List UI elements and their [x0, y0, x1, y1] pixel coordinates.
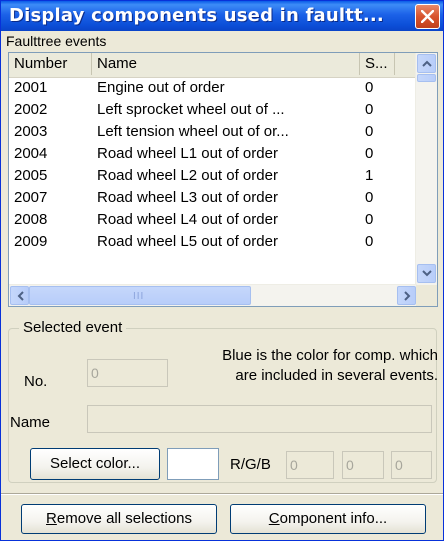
- vertical-scrollbar[interactable]: [415, 53, 437, 286]
- event-name: Left sprocket wheel out of ...: [97, 101, 285, 118]
- event-name: Road wheel L1 out of order: [97, 145, 278, 162]
- event-number: 2009: [14, 233, 48, 250]
- event-status: 0: [365, 79, 374, 96]
- event-number: 2005: [14, 167, 48, 184]
- list-body: 2001 Engine out of order 0 2002 Left spr…: [9, 77, 417, 287]
- list-header: Number Name S...: [9, 53, 419, 78]
- close-button[interactable]: [415, 4, 440, 29]
- color-info-line1: Blue is the color for comp. which: [222, 347, 438, 364]
- color-info-text: Blue is the color for comp. which are in…: [166, 346, 438, 386]
- remove-all-selections-button[interactable]: Remove all selections: [21, 504, 217, 534]
- event-status: 1: [365, 167, 374, 184]
- blue-value-field: 0: [391, 451, 432, 479]
- list-item[interactable]: 2001 Engine out of order 0: [9, 77, 417, 99]
- list-item[interactable]: 2009 Road wheel L5 out of order 0: [9, 231, 417, 253]
- vertical-scroll-thumb[interactable]: [417, 74, 436, 82]
- column-header-number[interactable]: Number: [9, 53, 92, 75]
- event-status: 0: [365, 123, 374, 140]
- event-status: 0: [365, 101, 374, 118]
- event-number: 2002: [14, 101, 48, 118]
- list-item[interactable]: 2008 Road wheel L4 out of order 0: [9, 209, 417, 231]
- name-field: [87, 405, 432, 433]
- footer-separator: [1, 493, 443, 495]
- scroll-up-button[interactable]: [417, 54, 436, 73]
- dialog-window: Display components used in faultt... Fau…: [0, 0, 444, 541]
- scroll-down-button[interactable]: [417, 264, 436, 283]
- scroll-right-button[interactable]: [397, 286, 416, 305]
- list-item[interactable]: 2002 Left sprocket wheel out of ... 0: [9, 99, 417, 121]
- list-item[interactable]: 2004 Road wheel L1 out of order 0: [9, 143, 417, 165]
- select-color-button[interactable]: Select color...: [30, 448, 160, 480]
- event-name: Left tension wheel out of or...: [97, 123, 289, 140]
- green-value-field: 0: [342, 451, 384, 479]
- remove-mnemonic: R: [46, 510, 57, 527]
- event-number: 2001: [14, 79, 48, 96]
- color-info-line2: are included in several events.: [235, 367, 438, 384]
- list-item[interactable]: 2005 Road wheel L2 out of order 1: [9, 165, 417, 187]
- column-header-s[interactable]: S...: [360, 53, 395, 75]
- event-number: 2004: [14, 145, 48, 162]
- event-status: 0: [365, 211, 374, 228]
- event-status: 0: [365, 145, 374, 162]
- component-info-button[interactable]: Component info...: [230, 504, 426, 534]
- scroll-left-button[interactable]: [10, 286, 29, 305]
- event-number: 2003: [14, 123, 48, 140]
- event-name: Road wheel L2 out of order: [97, 167, 278, 184]
- event-name: Road wheel L3 out of order: [97, 189, 278, 206]
- no-label: No.: [24, 373, 48, 390]
- chevron-left-icon: [17, 291, 24, 301]
- event-number: 2008: [14, 211, 48, 228]
- list-item[interactable]: 2007 Road wheel L3 out of order 0: [9, 187, 417, 209]
- event-number: 2007: [14, 189, 48, 206]
- event-name: Road wheel L4 out of order: [97, 211, 278, 228]
- event-name: Road wheel L5 out of order: [97, 233, 278, 250]
- selected-event-legend: Selected event: [19, 319, 127, 336]
- title-bar[interactable]: Display components used in faultt...: [1, 1, 443, 31]
- info-mnemonic: C: [268, 510, 280, 527]
- close-icon: [421, 10, 434, 23]
- column-header-name[interactable]: Name: [92, 53, 360, 75]
- events-list[interactable]: Number Name S... 2001 Engine out of orde…: [8, 52, 438, 307]
- event-status: 0: [365, 189, 374, 206]
- scroll-corner: [416, 285, 437, 306]
- chevron-down-icon: [422, 270, 432, 277]
- chevron-up-icon: [422, 60, 432, 67]
- rgb-label: R/G/B: [230, 456, 271, 473]
- faulttree-events-label: Faulttree events: [6, 33, 107, 49]
- event-status: 0: [365, 233, 374, 250]
- no-field: 0: [87, 359, 168, 387]
- chevron-right-icon: [404, 291, 411, 301]
- window-title: Display components used in faultt...: [9, 5, 384, 26]
- info-label: omponent info...: [279, 510, 388, 527]
- list-item[interactable]: 2003 Left tension wheel out of or... 0: [9, 121, 417, 143]
- scroll-grip: III: [133, 291, 145, 302]
- remove-label: emove all selections: [56, 510, 192, 527]
- name-label: Name: [10, 414, 51, 431]
- horizontal-scrollbar[interactable]: III: [9, 284, 417, 306]
- red-value-field: 0: [286, 451, 334, 479]
- horizontal-scroll-thumb[interactable]: III: [29, 286, 251, 305]
- event-name: Engine out of order: [97, 79, 225, 96]
- color-swatch: [167, 448, 219, 480]
